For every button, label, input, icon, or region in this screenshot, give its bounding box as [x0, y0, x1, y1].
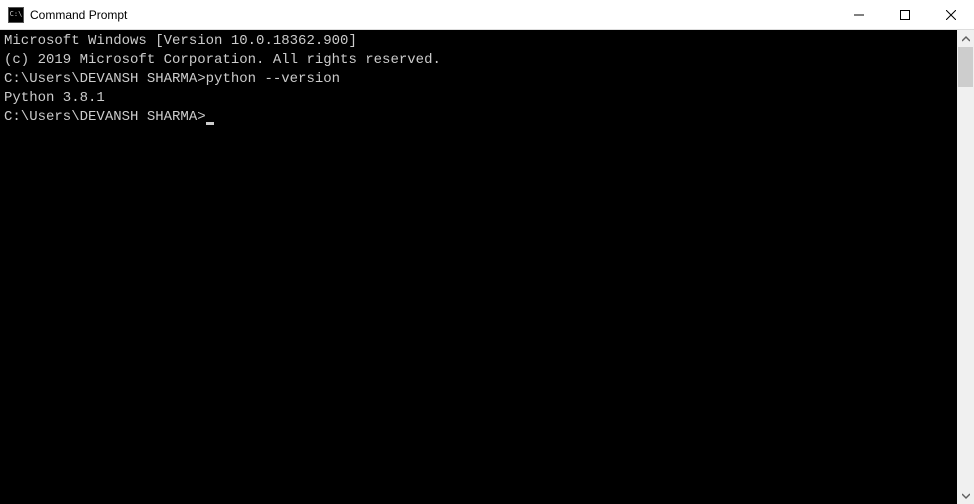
vertical-scrollbar[interactable] — [957, 30, 974, 504]
maximize-icon — [900, 10, 910, 20]
window-controls — [836, 0, 974, 29]
scrollbar-thumb[interactable] — [958, 47, 973, 87]
chevron-up-icon — [962, 35, 970, 43]
cursor — [206, 122, 214, 125]
cmd-icon-text: C:\ — [10, 11, 23, 18]
minimize-button[interactable] — [836, 0, 882, 29]
terminal-line: Python 3.8.1 — [4, 89, 953, 108]
window-title: Command Prompt — [30, 8, 836, 22]
terminal-line: (c) 2019 Microsoft Corporation. All righ… — [4, 51, 953, 70]
terminal-line: C:\Users\DEVANSH SHARMA> — [4, 108, 953, 127]
scrollbar-down-button[interactable] — [957, 487, 974, 504]
chevron-down-icon — [962, 492, 970, 500]
content-wrapper: Microsoft Windows [Version 10.0.18362.90… — [0, 30, 974, 504]
minimize-icon — [854, 10, 864, 20]
command-text: python --version — [206, 71, 340, 87]
close-button[interactable] — [928, 0, 974, 29]
prompt-text: C:\Users\DEVANSH SHARMA> — [4, 71, 206, 87]
scrollbar-up-button[interactable] — [957, 30, 974, 47]
cmd-icon: C:\ — [8, 7, 24, 23]
terminal-line: Microsoft Windows [Version 10.0.18362.90… — [4, 32, 953, 51]
terminal-area[interactable]: Microsoft Windows [Version 10.0.18362.90… — [0, 30, 957, 504]
maximize-button[interactable] — [882, 0, 928, 29]
terminal-line: C:\Users\DEVANSH SHARMA>python --version — [4, 70, 953, 89]
prompt-text: C:\Users\DEVANSH SHARMA> — [4, 109, 206, 125]
close-icon — [946, 10, 956, 20]
titlebar[interactable]: C:\ Command Prompt — [0, 0, 974, 30]
command-prompt-window: C:\ Command Prompt Microsoft Windows [Ve… — [0, 0, 974, 504]
